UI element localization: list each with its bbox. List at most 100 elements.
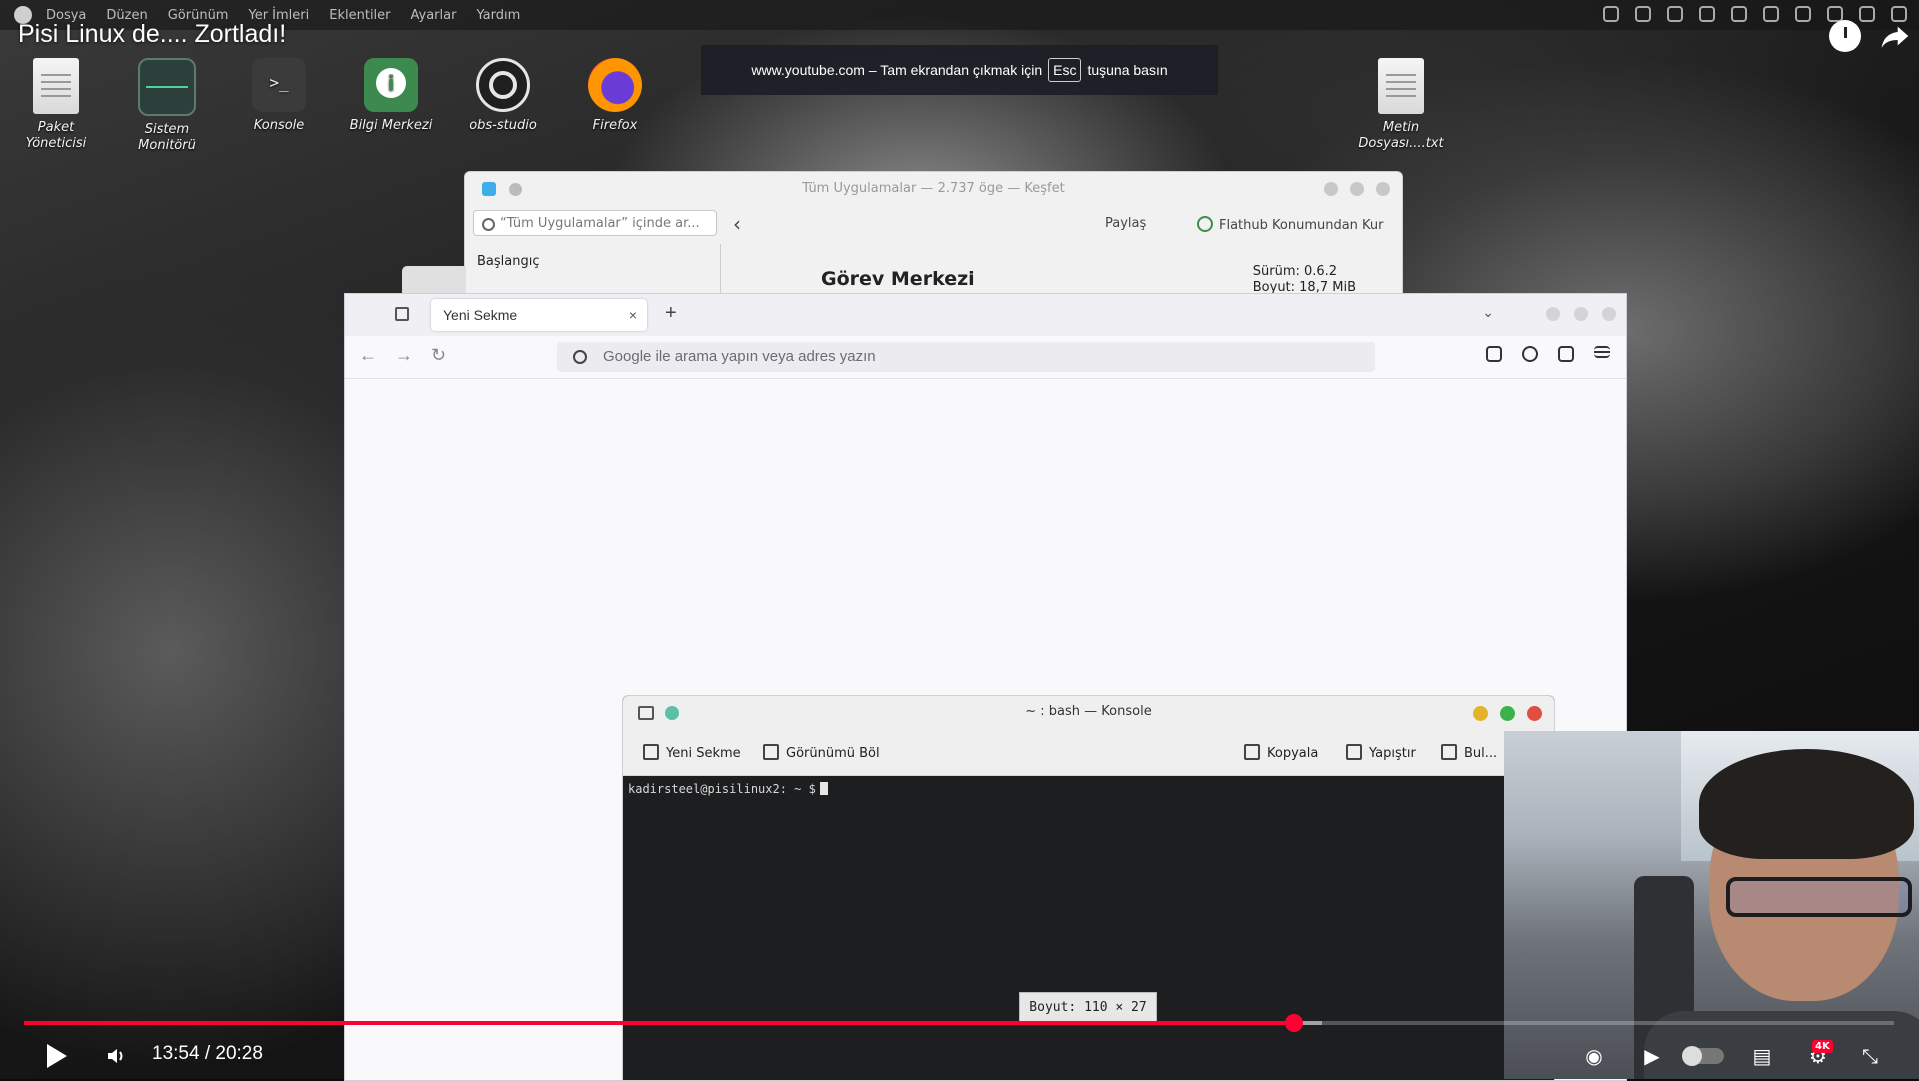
desktop-icon-obs-studio[interactable]: obs-studio xyxy=(453,58,553,134)
menu-icon[interactable] xyxy=(1594,346,1610,358)
firefox-tabbar: Yeni Sekme × + ⌄ xyxy=(345,294,1626,336)
minimize-button[interactable] xyxy=(1473,706,1488,721)
new-tab-button[interactable]: + xyxy=(665,302,677,325)
reload-button[interactable]: ↻ xyxy=(431,345,446,366)
share-button[interactable]: Paylaş xyxy=(1105,216,1146,231)
minimize-button[interactable] xyxy=(1324,182,1338,196)
firefox-toolbar-right xyxy=(1486,346,1610,362)
brightness-icon[interactable] xyxy=(1795,6,1811,22)
exit-fullscreen-icon[interactable]: ⤡ xyxy=(1856,1042,1884,1070)
player-controls: 13:54 / 20:28 ◉ ▶ ▤ ⚙ 4K ⤡ xyxy=(0,1032,1919,1079)
maximize-button[interactable] xyxy=(1350,182,1364,196)
back-button[interactable]: ← xyxy=(359,345,377,366)
desktop-icon-label: obs-studio xyxy=(469,118,537,133)
terminal-cursor xyxy=(819,782,828,795)
discover-title: Tüm Uygulamalar — 2.737 öge — Keşfet xyxy=(802,181,1065,196)
shell-prompt: kadirsteel@pisilinux2: ~ $ xyxy=(628,782,816,796)
menu-ayarlar[interactable]: Ayarlar xyxy=(411,8,457,23)
window-controls xyxy=(1324,182,1390,196)
expand-tray-icon[interactable] xyxy=(1859,6,1875,22)
konsole-title: ~ : bash — Konsole xyxy=(1025,704,1152,719)
desktop-icon-label: Bilgi Merkezi xyxy=(349,118,433,133)
app-menubar: Dosya Düzen Görünüm Yer İmleri Eklentile… xyxy=(0,0,1919,30)
close-button[interactable] xyxy=(1602,307,1616,321)
info-center-icon xyxy=(364,58,418,112)
time-display: 13:54 / 20:28 xyxy=(152,1043,263,1064)
konsole-toolbar: Yeni Sekme Görünümü Böl Kopyala Yapıştır… xyxy=(623,730,1554,776)
document-icon xyxy=(33,58,79,114)
desktop-icon-label: Konsole xyxy=(253,118,305,133)
new-tab-button[interactable]: Yeni Sekme xyxy=(643,744,741,761)
pin-icon[interactable] xyxy=(509,183,522,196)
install-flathub-button[interactable]: Flathub Konumundan Kur xyxy=(1197,216,1384,233)
menu-yardim[interactable]: Yardım xyxy=(476,8,520,23)
shield-play-icon[interactable]: ▶ xyxy=(1638,1042,1666,1070)
discover-app-icon xyxy=(482,182,496,196)
network-icon[interactable] xyxy=(1635,6,1651,22)
terminal-area[interactable]: kadirsteel@pisilinux2: ~ $ xyxy=(623,776,1554,802)
discover-titlebar[interactable]: Tüm Uygulamalar — 2.737 öge — Keşfet xyxy=(465,172,1402,206)
find-button[interactable]: Bul... xyxy=(1441,744,1497,761)
volume-icon[interactable] xyxy=(106,1046,126,1066)
terminal-icon: >_ xyxy=(252,58,306,112)
menu-eklentiler[interactable]: Eklentiler xyxy=(329,8,390,23)
close-button[interactable] xyxy=(1376,182,1390,196)
maximize-button[interactable] xyxy=(1500,706,1515,721)
pocket-icon[interactable] xyxy=(1486,346,1502,362)
account-icon[interactable] xyxy=(1522,346,1538,362)
app-meta: Sürüm: 0.6.2 Boyut: 18,7 MiB xyxy=(1253,264,1356,296)
desktop-icon-label: Metin Dosyası....txt xyxy=(1358,120,1444,151)
webcam-hair xyxy=(1699,749,1914,859)
forward-button[interactable]: → xyxy=(395,345,413,366)
url-bar[interactable]: Google ile arama yapın veya adres yazın xyxy=(557,342,1375,372)
split-view-button[interactable]: Görünümü Böl xyxy=(763,744,880,761)
text-file-icon xyxy=(1378,58,1424,114)
terminal-icon xyxy=(638,706,654,720)
video-progress-bar[interactable] xyxy=(24,1014,1894,1032)
eye-icon[interactable]: ◉ xyxy=(1580,1042,1608,1070)
window-controls xyxy=(1473,706,1542,721)
desktop-icon-label: Firefox xyxy=(592,118,638,133)
desktop-icon-bilgi-merkezi[interactable]: Bilgi Merkezi xyxy=(341,58,441,134)
extensions-icon[interactable] xyxy=(1558,346,1574,362)
close-tab-icon[interactable]: × xyxy=(629,299,637,331)
paste-button[interactable]: Yapıştır xyxy=(1346,744,1416,761)
microphone-icon[interactable] xyxy=(1763,6,1779,22)
minimize-button[interactable] xyxy=(1546,307,1560,321)
konsole-titlebar[interactable]: ~ : bash — Konsole xyxy=(623,696,1554,730)
tab-yeni-sekme[interactable]: Yeni Sekme × xyxy=(431,299,647,331)
pin-icon[interactable] xyxy=(665,706,679,720)
notification-icon[interactable] xyxy=(1603,6,1619,22)
desktop-icon-firefox[interactable]: Firefox xyxy=(565,58,665,134)
window-controls xyxy=(1546,307,1616,321)
subtitles-icon[interactable]: ▤ xyxy=(1748,1042,1776,1070)
sidebar-item-baslangic[interactable]: Başlangıç xyxy=(477,254,540,269)
back-icon[interactable]: ‹ xyxy=(733,212,741,236)
video-title[interactable]: Pisi Linux de.... Zortladı! xyxy=(18,20,286,49)
desktop-icon-sistem-monitoru[interactable]: Sistem Monitörü xyxy=(117,58,217,154)
clipboard-icon[interactable] xyxy=(1667,6,1683,22)
desktop-icon-metin-dosyasi[interactable]: Metin Dosyası....txt xyxy=(1351,58,1451,152)
play-icon[interactable] xyxy=(47,1044,67,1068)
background-window[interactable] xyxy=(402,266,466,294)
system-monitor-icon xyxy=(138,58,196,116)
obs-icon xyxy=(476,58,530,112)
desktop-icon-paket-yoneticisi[interactable]: Paket Yöneticisi xyxy=(6,58,106,152)
firefox-navbar: ← → ↻ Google ile arama yapın veya adres … xyxy=(345,336,1626,379)
autoplay-toggle[interactable] xyxy=(1682,1046,1724,1066)
close-button[interactable] xyxy=(1527,706,1542,721)
progress-scrubber[interactable] xyxy=(1284,1014,1303,1032)
copy-button[interactable]: Kopyala xyxy=(1244,744,1318,761)
played-bar xyxy=(24,1021,1294,1025)
updates-icon[interactable] xyxy=(1731,6,1747,22)
maximize-button[interactable] xyxy=(1574,307,1588,321)
watch-later-icon[interactable] xyxy=(1829,20,1861,52)
tab-list-icon[interactable]: ⌄ xyxy=(1482,304,1494,321)
desktop-icon-label: Sistem Monitörü xyxy=(138,122,196,153)
desktop-icon-konsole[interactable]: >_ Konsole xyxy=(229,58,329,134)
share-icon[interactable] xyxy=(1879,20,1911,52)
discover-search-input[interactable]: “Tüm Uygulamalar” içinde ar... xyxy=(473,210,717,236)
esc-key-badge: Esc xyxy=(1048,58,1082,82)
tab-overview-icon[interactable] xyxy=(395,307,409,321)
wifi-icon[interactable] xyxy=(1699,6,1715,22)
